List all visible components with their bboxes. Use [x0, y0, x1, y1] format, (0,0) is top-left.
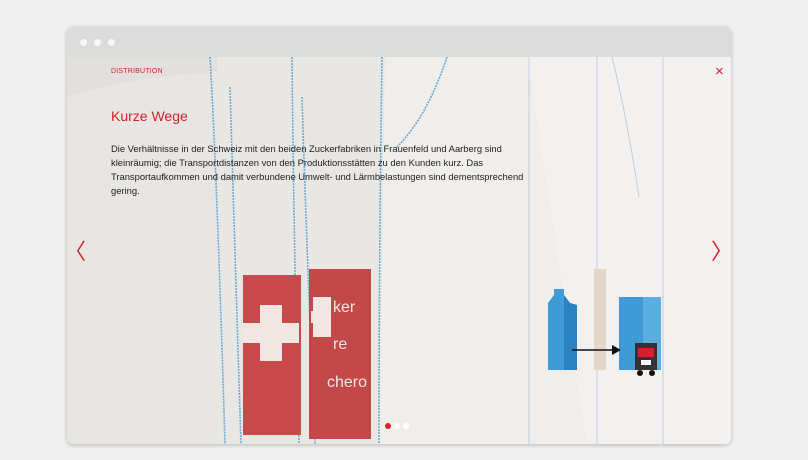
bag-label-right — [309, 269, 371, 439]
warehouse-icon — [594, 269, 606, 370]
close-icon[interactable]: × — [715, 64, 724, 79]
pagination-dot-1[interactable] — [385, 423, 391, 429]
slide-body-text: Die Verhältnisse in der Schweiz mit den … — [111, 143, 524, 196]
pagination-dot-2[interactable] — [394, 423, 400, 429]
window-dot-minimize[interactable] — [94, 39, 101, 46]
chevron-right-icon[interactable]: 〉 — [711, 241, 731, 263]
slide: ker re chero DISTRIBUTION Kurze Wege Die… — [67, 57, 731, 444]
window-dot-maximize[interactable] — [108, 39, 115, 46]
pagination-dot-3[interactable] — [403, 423, 409, 429]
bag-text-1: ker — [333, 299, 356, 316]
bag-text-2: re — [333, 336, 347, 353]
bag-text-3: chero — [327, 374, 367, 391]
pagination-dots — [385, 423, 415, 431]
section-label: DISTRIBUTION — [111, 68, 163, 75]
slide-title: Kurze Wege — [111, 108, 188, 124]
browser-window: ker re chero DISTRIBUTION Kurze Wege Die… — [67, 27, 731, 444]
window-titlebar — [67, 27, 731, 57]
chevron-left-icon[interactable]: 〈 — [67, 241, 86, 263]
window-dot-close[interactable] — [80, 39, 87, 46]
